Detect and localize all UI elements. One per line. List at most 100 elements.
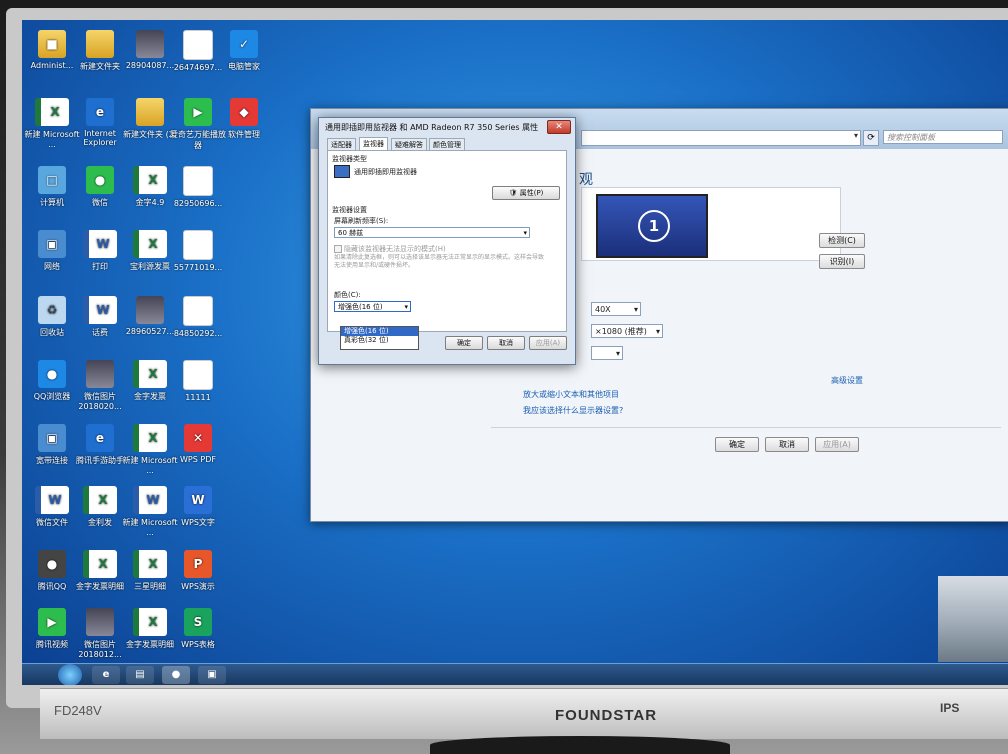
resolution-select-value: ×1080 (推荐) [595, 327, 647, 336]
divider [491, 427, 1001, 428]
wps-writer-icon: W [184, 486, 212, 514]
ok-button[interactable]: 确定 [715, 437, 759, 452]
close-button[interactable]: ✕ [547, 120, 571, 134]
word-file-icon: W [133, 486, 167, 514]
colors-dropdown-list: 增强色(16 位) 真彩色(32 位) [340, 326, 419, 350]
game-assistant-icon: e [86, 424, 114, 452]
desktop-icon-label: 新建文件夹 [80, 62, 120, 71]
monitor-1-preview[interactable]: 1 [596, 194, 708, 258]
desktop-icon[interactable]: 新建文件夹 [72, 30, 128, 72]
desktop-icon[interactable]: 84850292... [170, 296, 226, 338]
desktop-icon-label: 金利发 [88, 518, 112, 527]
desktop-icon[interactable]: 82950696... [170, 166, 226, 208]
properties-button[interactable]: 🛡 属性(P) [492, 186, 560, 200]
desktop-icon-label: 微信 [92, 198, 108, 207]
desktop-icon[interactable]: W WPS文字 [170, 486, 226, 528]
excel-file-icon: X [133, 550, 167, 578]
folder-icon [136, 98, 164, 126]
ips-badge: IPS [940, 701, 960, 715]
advanced-settings-link[interactable]: 高级设置 [831, 375, 863, 386]
word-file-icon: W [35, 486, 69, 514]
colors-option-32bit[interactable]: 真彩色(32 位) [341, 336, 418, 345]
chevron-down-icon[interactable]: ▾ [854, 131, 858, 140]
detect-button[interactable]: 检测(C) [819, 233, 865, 248]
document-icon [183, 166, 213, 196]
video-player-icon: ▶ [184, 98, 212, 126]
computer-icon: □ [38, 166, 66, 194]
desktop-icon[interactable]: S WPS表格 [170, 608, 226, 650]
user-folder-icon: ■ [38, 30, 66, 58]
refresh-icon[interactable]: ⟳ [863, 130, 879, 146]
network-icon: ▣ [38, 230, 66, 258]
desktop-icon[interactable]: e 腾讯手游助手 [72, 424, 128, 466]
excel-file-icon: X [133, 230, 167, 258]
desktop-icon[interactable]: W 打印 [72, 230, 128, 272]
dialog-ok-button[interactable]: 确定 [445, 336, 483, 350]
hide-modes-note: 如果清除此复选框，则可以选择该显示器无法正常显示的显示模式。这样会导致无法使用显… [334, 254, 545, 269]
excel-file-icon: X [133, 360, 167, 388]
desktop-icon[interactable]: 11111 [170, 360, 226, 402]
desktop-icon-label: 腾讯手游助手 [76, 456, 124, 465]
resolution-select[interactable]: ×1080 (推荐) ▾ [591, 324, 663, 338]
desktop-icon[interactable]: 55771019... [170, 230, 226, 272]
desktop-icon[interactable]: e Internet Explorer [72, 98, 128, 147]
desktop-icon[interactable]: X 金字发票明细 [72, 550, 128, 592]
refresh-rate-value: 60 赫兹 [338, 229, 364, 237]
search-input[interactable]: 搜索控制面板 [883, 130, 1003, 144]
taskbar-display-icon[interactable]: ▣ [198, 666, 226, 684]
desktop-icon[interactable]: ● 微信 [72, 166, 128, 208]
word-file-icon: W [83, 296, 117, 324]
desktop-icon[interactable]: ◆ 软件管理 [216, 98, 272, 140]
taskbar: e ▤ ● ▣ [22, 663, 1008, 685]
monitor-tab-panel: 监视器类型 通用即插即用监视器 🛡 属性(P) 监视器设置 屏幕刷新频率(S):… [327, 150, 567, 332]
refresh-rate-select[interactable]: 60 赫兹 ▾ [334, 227, 530, 238]
taskbar-ie-icon[interactable]: e [92, 666, 120, 684]
chevron-down-icon: ▾ [633, 305, 638, 314]
monitor-type-heading: 监视器类型 [332, 155, 367, 163]
desktop-icon[interactable]: W 话费 [72, 296, 128, 338]
tab-monitor[interactable]: 监视器 [359, 137, 388, 151]
colors-option-16bit[interactable]: 增强色(16 位) [341, 327, 418, 336]
dialog-apply-button[interactable]: 应用(A) [529, 336, 567, 350]
taskbar-explorer-icon[interactable]: ▤ [126, 666, 154, 684]
recycle-bin-icon: ♻ [38, 296, 66, 324]
monitor-name: 通用即插即用监视器 [354, 168, 417, 176]
desktop-icon[interactable]: ✕ WPS PDF [170, 424, 226, 464]
hide-modes-label: 隐藏该监视器无法显示的模式(H) [344, 245, 446, 253]
chevron-down-icon: ▾ [404, 303, 408, 311]
dialog-cancel-button[interactable]: 取消 [487, 336, 525, 350]
colors-select[interactable]: 增强色(16 位) ▾ [334, 301, 411, 312]
desktop-icon[interactable]: X 金利发 [72, 486, 128, 528]
desktop-icon-label: 软件管理 [228, 130, 260, 139]
colors-label: 颜色(C): [334, 291, 361, 299]
desktop-icon-grid: ■ Administ... 新建文件夹 28904087... 26474697... ✓… [22, 20, 262, 660]
image-file-icon [136, 296, 164, 324]
display-select[interactable]: 40X ▾ [591, 302, 641, 316]
dialog-title: 通用即插即用监视器 和 AMD Radeon R7 350 Series 属性 [325, 123, 539, 132]
start-button[interactable] [58, 664, 82, 685]
monitor-brand-logo: FOUNDSTAR [555, 707, 658, 724]
taskbar-qq-browser-icon[interactable]: ● [162, 666, 190, 684]
desktop-icon[interactable]: 微信图片 2018012... [72, 608, 128, 659]
document-icon [183, 30, 213, 60]
display-select-value: 40X [595, 305, 611, 314]
cancel-button[interactable]: 取消 [765, 437, 809, 452]
address-bar[interactable]: ▾ [581, 130, 861, 146]
display-settings-help-link[interactable]: 我应该选择什么显示器设置? [523, 405, 623, 416]
desktop-icon-label: 金字发票明细 [76, 582, 124, 591]
desktop-icon-label: 微信图片 2018020... [78, 392, 122, 411]
monitor-settings-heading: 监视器设置 [332, 206, 367, 214]
desktop-icon[interactable]: P WPS演示 [170, 550, 226, 592]
excel-file-icon: X [133, 424, 167, 452]
identify-button[interactable]: 识别(I) [819, 254, 865, 269]
colors-select-value: 增强色(16 位) [338, 303, 383, 311]
desktop-icon[interactable]: ✓ 电脑管家 [216, 30, 272, 72]
apply-button[interactable]: 应用(A) [815, 437, 859, 452]
desktop-icon-label: Internet Explorer [83, 129, 117, 147]
excel-file-icon: X [83, 486, 117, 514]
monitor-preview-area: 1 [581, 187, 841, 261]
desktop-icon[interactable]: 微信图片 2018020... [72, 360, 128, 411]
text-size-link[interactable]: 放大或缩小文本和其他项目 [523, 389, 619, 400]
orientation-select[interactable]: ▾ [591, 346, 623, 360]
hide-modes-checkbox[interactable] [334, 245, 342, 253]
